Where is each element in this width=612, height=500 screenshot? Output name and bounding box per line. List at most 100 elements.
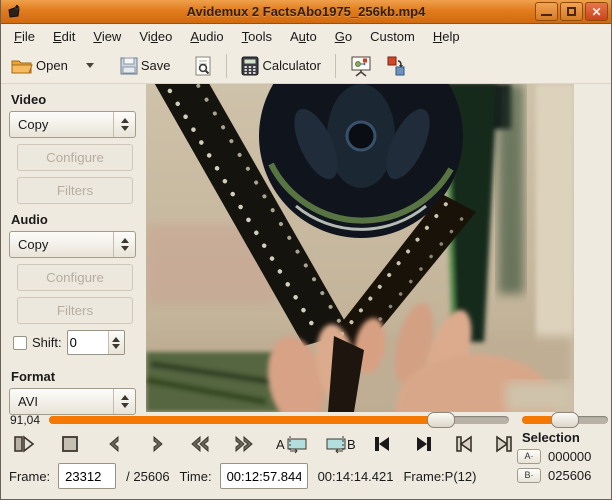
play-icon	[13, 434, 35, 454]
shift-row: Shift:	[13, 330, 144, 355]
next-frame-button[interactable]	[145, 432, 171, 456]
spin-arrows-icon[interactable]	[108, 331, 124, 354]
document-magnifier-icon	[194, 56, 212, 76]
audio-codec-select[interactable]: Copy	[9, 231, 136, 258]
timeline-row: 91,04	[1, 408, 611, 432]
prev-keyframe-icon	[372, 434, 392, 454]
close-button[interactable]: ✕	[585, 2, 608, 21]
stop-icon	[60, 434, 80, 454]
menu-view[interactable]: View	[84, 26, 130, 47]
window-title: Avidemux 2 FactsAbo1975_256kb.mp4	[1, 4, 611, 19]
last-frame-icon	[494, 434, 514, 454]
frame-input[interactable]	[58, 463, 116, 489]
selection-panel: Selection A· 000000 B· 025606	[513, 430, 607, 483]
stop-button[interactable]	[57, 432, 83, 456]
toolbar-separator	[335, 54, 336, 78]
projection-button[interactable]	[344, 50, 378, 82]
audio-section-title: Audio	[11, 212, 144, 227]
frame-type-value: Frame:P(12)	[403, 469, 476, 484]
video-codec-select[interactable]: Copy	[9, 111, 136, 138]
menu-go[interactable]: Go	[326, 26, 361, 47]
volume-slider[interactable]	[522, 416, 608, 424]
selection-start-value: 000000	[548, 449, 591, 464]
video-codec-value: Copy	[18, 117, 48, 132]
double-chevron-left-icon	[189, 434, 211, 454]
swap-segments-icon	[386, 55, 406, 77]
menu-file[interactable]: File	[5, 26, 44, 47]
frame-total: / 25606	[126, 469, 169, 484]
next-keyframe-button[interactable]	[411, 432, 437, 456]
back-jump-button[interactable]	[187, 432, 213, 456]
video-filters-button[interactable]: Filters	[17, 177, 133, 204]
calculator-label: Calculator	[262, 58, 321, 73]
previous-frame-button[interactable]	[101, 432, 127, 456]
menu-edit[interactable]: Edit	[44, 26, 84, 47]
seek-slider-handle[interactable]	[427, 412, 455, 428]
toolbar-separator	[226, 54, 227, 78]
mark-b-button[interactable]: B	[321, 432, 361, 456]
save-label: Save	[141, 58, 171, 73]
video-section-title: Video	[11, 92, 144, 107]
shift-spinbox[interactable]	[67, 330, 125, 355]
menu-auto[interactable]: Auto	[281, 26, 326, 47]
mark-a-icon: A	[275, 433, 311, 455]
first-frame-icon	[454, 434, 474, 454]
duration-value: 00:14:14.421	[318, 469, 394, 484]
video-still-film-reel	[146, 84, 574, 412]
audio-filters-button[interactable]: Filters	[17, 297, 133, 324]
audio-codec-value: Copy	[18, 237, 48, 252]
double-chevron-right-icon	[233, 434, 255, 454]
toolbar: Open Save	[1, 48, 611, 84]
video-frame	[146, 84, 574, 412]
first-frame-button[interactable]	[451, 432, 477, 456]
shift-value-input[interactable]	[70, 332, 102, 353]
open-folder-icon	[11, 57, 33, 75]
video-configure-button[interactable]: Configure	[17, 144, 133, 171]
transport-bar: A B	[1, 430, 521, 458]
previous-keyframe-button[interactable]	[369, 432, 395, 456]
minimize-button[interactable]	[535, 2, 558, 21]
selection-title: Selection	[513, 430, 607, 445]
play-button[interactable]	[11, 432, 37, 456]
next-keyframe-icon	[414, 434, 434, 454]
seek-slider[interactable]	[49, 416, 509, 424]
shift-checkbox[interactable]	[13, 336, 27, 350]
menu-tools[interactable]: Tools	[233, 26, 281, 47]
combo-arrows-icon	[113, 232, 135, 257]
open-button[interactable]: Open	[5, 52, 74, 80]
audio-configure-button[interactable]: Configure	[17, 264, 133, 291]
joined-edit-button[interactable]	[380, 50, 412, 82]
time-input[interactable]	[220, 463, 308, 489]
selection-a-row: A· 000000	[513, 449, 607, 464]
format-section-title: Format	[11, 369, 144, 384]
seek-slider-fill	[49, 416, 449, 424]
selection-b-row: B· 025606	[513, 468, 607, 483]
chevron-right-icon	[150, 434, 166, 454]
status-bar: Frame: / 25606 Time: 00:14:14.421 Frame:…	[1, 458, 521, 494]
mark-b-icon: B	[323, 433, 359, 455]
mark-a-button[interactable]: A	[273, 432, 313, 456]
selection-end-value: 025606	[548, 468, 591, 483]
preview-button[interactable]	[188, 51, 218, 81]
volume-slider-handle[interactable]	[551, 412, 579, 428]
forward-jump-button[interactable]	[231, 432, 257, 456]
menu-bar: File Edit View Video Audio Tools Auto Go…	[1, 25, 611, 48]
menu-audio[interactable]: Audio	[181, 26, 232, 47]
chevron-left-icon	[106, 434, 122, 454]
menu-video[interactable]: Video	[130, 26, 181, 47]
combo-arrows-icon	[113, 112, 135, 137]
close-icon: ✕	[586, 4, 607, 20]
titlebar[interactable]: Avidemux 2 FactsAbo1975_256kb.mp4 ✕	[1, 0, 611, 24]
calculator-button[interactable]: Calculator	[235, 51, 327, 81]
save-disk-icon	[120, 57, 138, 75]
menu-help[interactable]: Help	[424, 26, 469, 47]
svg-text:A: A	[276, 437, 285, 452]
shift-label: Shift:	[32, 335, 62, 350]
menu-custom[interactable]: Custom	[361, 26, 424, 47]
open-label: Open	[36, 58, 68, 73]
position-percent-label: 91,04	[10, 413, 40, 427]
maximize-button[interactable]	[560, 2, 583, 21]
format-value: AVI	[18, 394, 38, 409]
open-dropdown-button[interactable]	[76, 58, 104, 73]
save-button[interactable]: Save	[114, 52, 177, 80]
